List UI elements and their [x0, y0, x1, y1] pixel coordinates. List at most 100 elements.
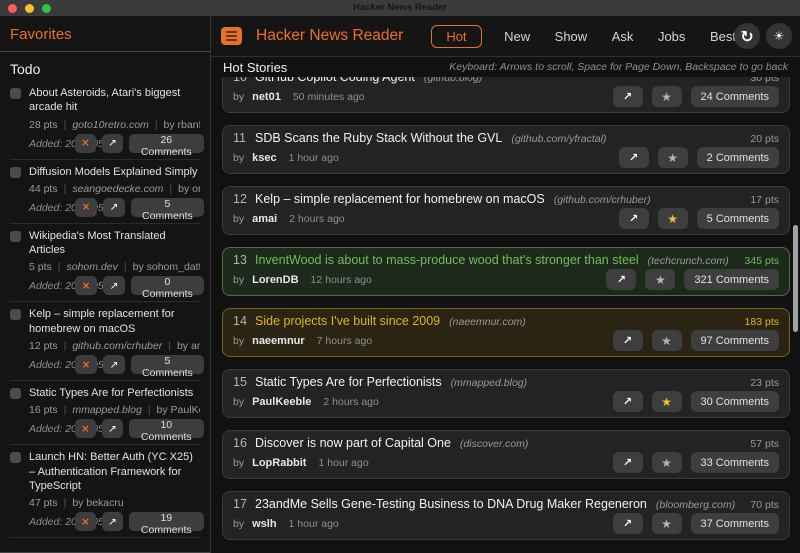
favorite-title[interactable]: Diffusion Models Explained Simply [29, 165, 198, 179]
star-button[interactable]: ★ [657, 147, 688, 168]
refresh-button[interactable]: ↻ [734, 23, 760, 49]
story-card[interactable]: 17 23andMe Sells Gene-Testing Business t… [222, 491, 790, 540]
keyboard-hint: Keyboard: Arrows to scroll, Space for Pa… [449, 61, 788, 73]
favorite-meta: 44 pts | seangoedecke.com | by onnnon [29, 183, 200, 195]
story-author[interactable]: amai [252, 213, 277, 225]
story-title[interactable]: Static Types Are for Perfectionists [255, 375, 442, 389]
star-button[interactable]: ★ [651, 452, 682, 473]
favorite-title[interactable]: About Asteroids, Atari's biggest arcade … [29, 86, 200, 115]
menu-button[interactable] [221, 27, 242, 45]
open-link-button[interactable]: ↗ [103, 355, 126, 375]
delete-favorite-button[interactable]: × [75, 133, 96, 153]
minimize-window-button[interactable] [25, 4, 34, 13]
close-window-button[interactable] [8, 4, 17, 13]
open-link-button[interactable]: ↗ [101, 512, 123, 532]
story-rank: 17 [233, 497, 247, 511]
scrollbar-thumb[interactable] [793, 225, 798, 332]
theme-toggle-button[interactable]: ☀ [766, 23, 792, 49]
favorite-title[interactable]: Wikipedia's Most Translated Articles [29, 229, 200, 258]
story-author[interactable]: ksec [252, 152, 276, 164]
story-title[interactable]: Side projects I've built since 2009 [255, 314, 440, 328]
favorite-meta: 28 pts | goto10retro.com | by rbanffy [29, 119, 200, 131]
item-checkbox[interactable]: ✓ [10, 88, 21, 99]
by-label: by [233, 395, 245, 408]
item-checkbox[interactable]: ✓ [10, 230, 21, 242]
story-rank: 15 [233, 375, 247, 389]
favorite-title[interactable]: Kelp – simple replacement for homebrew o… [29, 307, 200, 336]
comments-button[interactable]: 37 Comments [690, 513, 779, 534]
story-points: 70 pts [750, 499, 779, 511]
section-title: Hot Stories [223, 59, 288, 75]
story-author[interactable]: naeemnur [252, 335, 305, 347]
story-title[interactable]: GitHub Copilot Coding Agent [255, 77, 415, 84]
story-author[interactable]: net01 [252, 91, 281, 103]
tab[interactable]: Show [553, 26, 590, 47]
open-link-button[interactable]: ↗ [101, 133, 123, 153]
star-button[interactable]: ★ [651, 391, 682, 412]
comments-button[interactable]: 0 Comments [131, 276, 204, 300]
star-button[interactable]: ★ [651, 513, 682, 534]
comments-button[interactable]: 5 Comments [131, 355, 204, 379]
comments-button[interactable]: 26 Comments [128, 133, 204, 158]
favorite-title[interactable]: Launch HN: Better Auth (YC X25) – Authen… [29, 450, 200, 493]
maximize-window-button[interactable] [42, 4, 51, 13]
comments-button[interactable]: 19 Comments [128, 512, 204, 536]
tab[interactable]: Hot [431, 24, 482, 48]
open-link-button[interactable]: ↗ [612, 86, 643, 107]
comments-button[interactable]: 321 Comments [684, 269, 779, 290]
item-checkbox[interactable]: ✓ [10, 388, 21, 400]
item-checkbox[interactable]: ✓ [10, 452, 21, 464]
story-title[interactable]: SDB Scans the Ruby Stack Without the GVL [255, 131, 502, 145]
star-button[interactable]: ★ [657, 208, 688, 229]
delete-favorite-button[interactable]: × [75, 419, 96, 439]
star-button[interactable]: ★ [651, 86, 682, 107]
open-link-button[interactable]: ↗ [612, 513, 643, 534]
star-button[interactable]: ★ [651, 330, 682, 351]
story-author[interactable]: LopRabbit [252, 457, 306, 469]
open-link-button[interactable]: ↗ [103, 197, 126, 217]
story-author[interactable]: PaulKeeble [252, 396, 311, 408]
open-link-button[interactable]: ↗ [612, 330, 643, 351]
open-link-button[interactable]: ↗ [101, 419, 123, 439]
story-card[interactable]: 14 Side projects I've built since 2009 (… [222, 308, 790, 357]
open-link-button[interactable]: ↗ [606, 269, 637, 290]
tab[interactable]: Ask [610, 26, 636, 47]
open-link-button[interactable]: ↗ [612, 391, 643, 412]
story-title[interactable]: 23andMe Sells Gene-Testing Business to D… [255, 497, 647, 511]
story-card[interactable]: 16 Discover is now part of Capital One (… [222, 430, 790, 479]
story-title[interactable]: Kelp – simple replacement for homebrew o… [255, 192, 545, 206]
comments-button[interactable]: 5 Comments [131, 197, 204, 222]
story-card[interactable]: 12 Kelp – simple replacement for homebre… [222, 186, 790, 235]
story-card[interactable]: 15 Static Types Are for Perfectionists (… [222, 369, 790, 418]
comments-button[interactable]: 5 Comments [696, 208, 779, 229]
item-checkbox[interactable]: ✓ [10, 309, 21, 321]
comments-button[interactable]: 30 Comments [690, 391, 779, 412]
story-title[interactable]: Discover is now part of Capital One [255, 436, 451, 450]
comments-button[interactable]: 33 Comments [690, 452, 779, 473]
star-button[interactable]: ★ [645, 269, 676, 290]
favorite-item: ✓ Launch HN: Better Auth (YC X25) – Auth… [10, 445, 204, 539]
comments-button[interactable]: 97 Comments [690, 330, 779, 351]
item-checkbox[interactable]: ✓ [10, 166, 21, 178]
story-author[interactable]: wslh [252, 518, 276, 530]
story-card[interactable]: 10 GitHub Copilot Coding Agent (github.b… [222, 77, 790, 113]
comments-button[interactable]: 24 Comments [690, 86, 779, 107]
open-link-button[interactable]: ↗ [618, 147, 649, 168]
open-link-button[interactable]: ↗ [612, 452, 643, 473]
comments-button[interactable]: 2 Comments [696, 147, 779, 168]
favorite-title[interactable]: Static Types Are for Perfectionists [29, 386, 193, 400]
tab[interactable]: New [502, 26, 532, 47]
favorite-points: 28 pts [29, 118, 58, 131]
story-card[interactable]: 11 SDB Scans the Ruby Stack Without the … [222, 125, 790, 174]
comments-button[interactable]: 10 Comments [128, 419, 204, 443]
story-card[interactable]: 13 InventWood is about to mass-produce w… [222, 247, 790, 296]
story-author[interactable]: LorenDB [252, 274, 298, 286]
delete-favorite-button[interactable]: × [75, 355, 98, 375]
tab[interactable]: Jobs [656, 26, 687, 47]
delete-favorite-button[interactable]: × [75, 512, 96, 532]
open-link-button[interactable]: ↗ [103, 276, 126, 296]
open-link-button[interactable]: ↗ [618, 208, 649, 229]
story-title[interactable]: InventWood is about to mass-produce wood… [255, 253, 639, 267]
delete-favorite-button[interactable]: × [75, 197, 98, 217]
delete-favorite-button[interactable]: × [75, 276, 98, 296]
